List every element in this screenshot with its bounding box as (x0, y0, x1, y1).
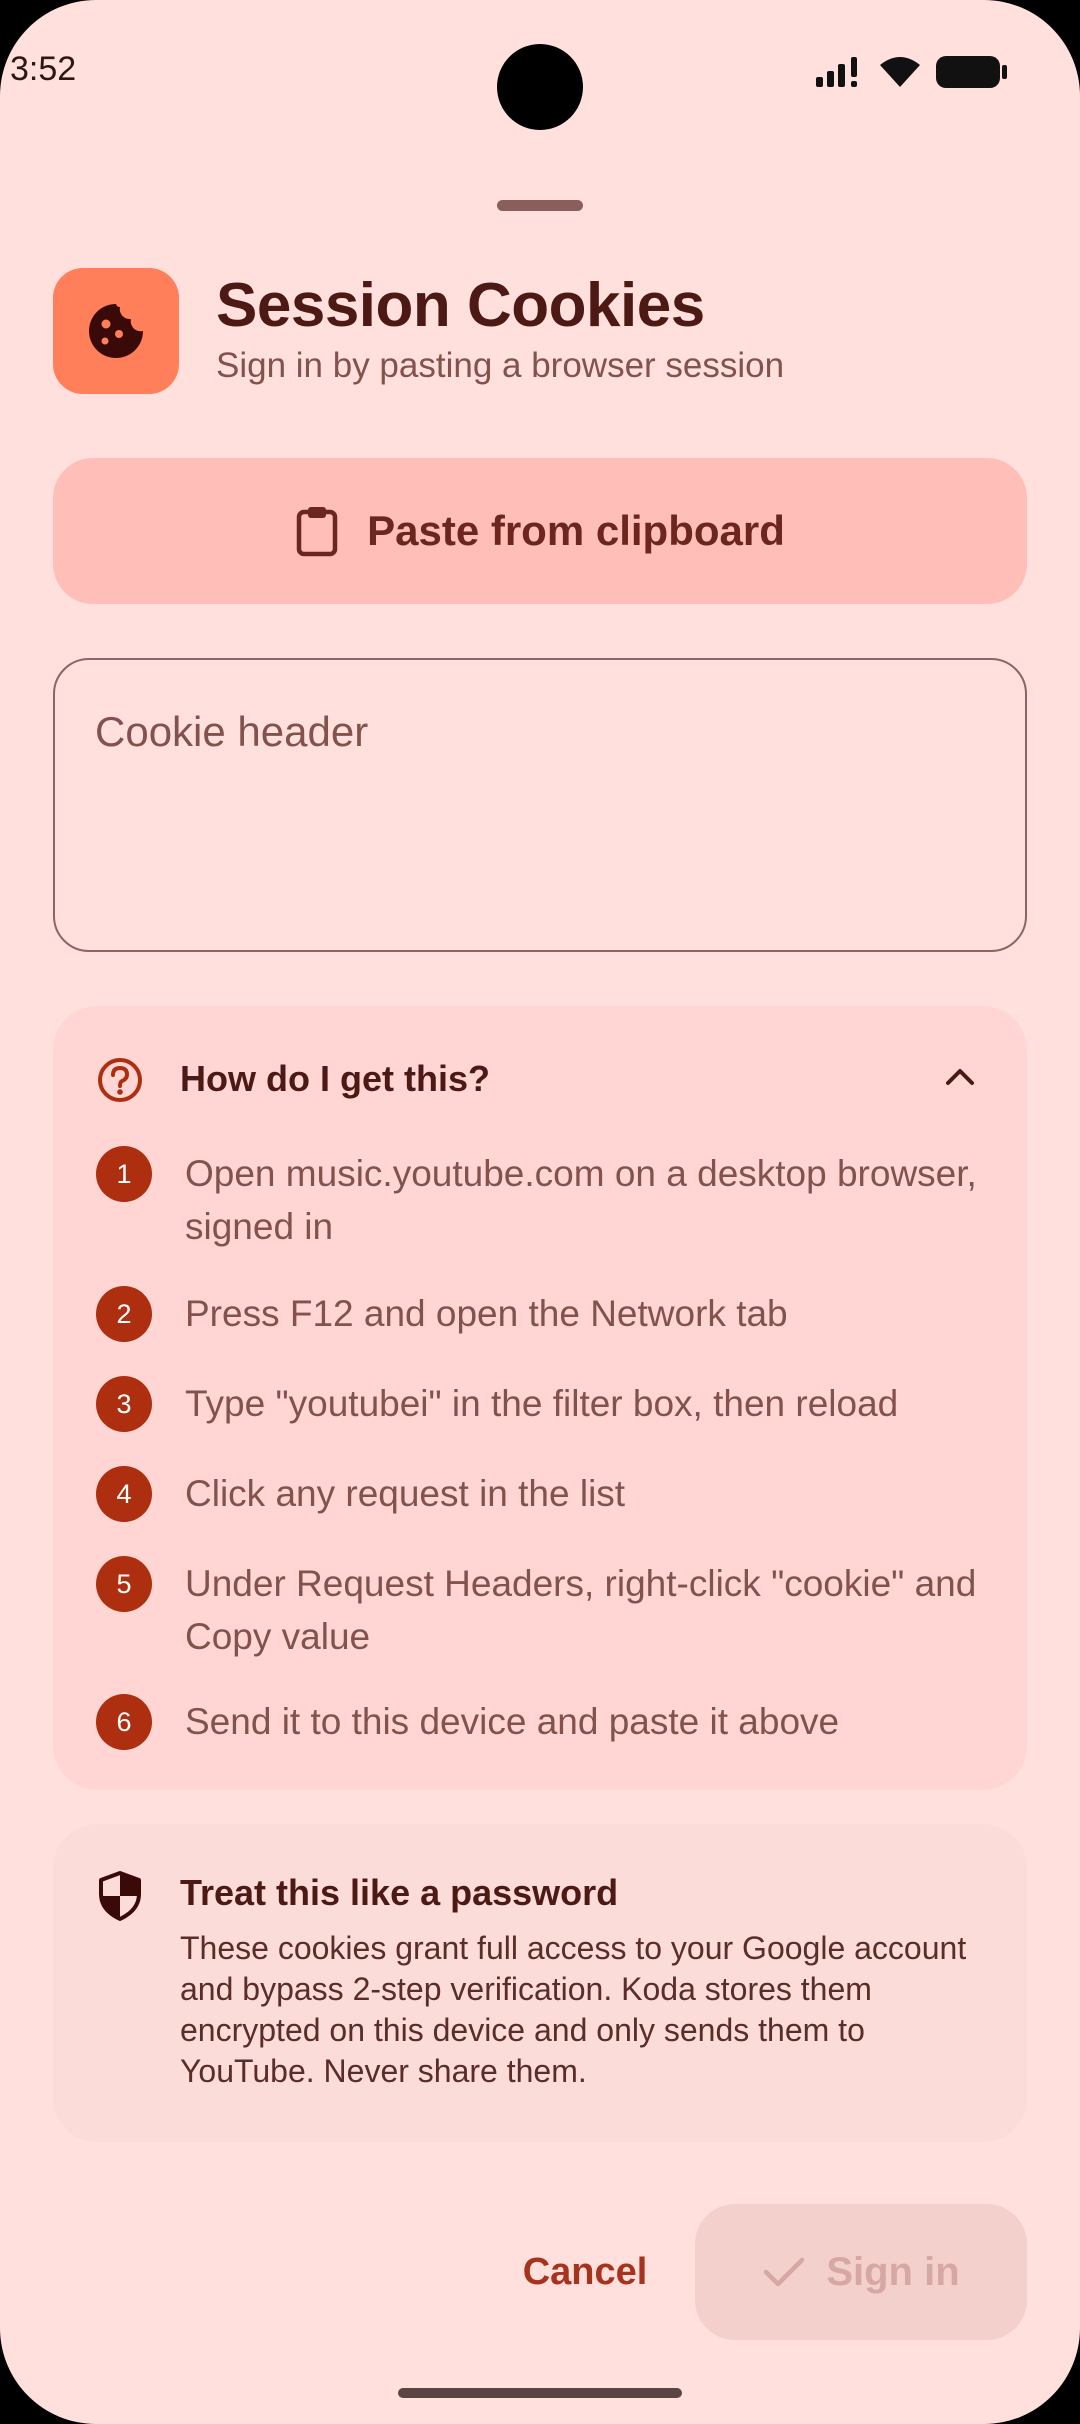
step-text: Send it to this device and paste it abov… (185, 1701, 840, 1742)
check-icon (764, 2257, 805, 2287)
sheet-subtitle: Sign in by pasting a browser session (216, 346, 785, 385)
cookie-icon (89, 304, 143, 358)
drag-handle[interactable] (497, 200, 583, 211)
step-text: Press F12 and open the Network tab (185, 1293, 788, 1334)
signal-icon (816, 57, 857, 87)
step-number: 2 (96, 1286, 152, 1342)
step-text: Open music.youtube.com on a desktop brow… (185, 1153, 977, 1247)
battery-icon (936, 56, 1007, 88)
help-card: How do I get this? 1 Open music.youtube.… (53, 1006, 1027, 1790)
cookie-header-input[interactable] (55, 660, 1025, 950)
warning-body: These cookies grant full access to your … (180, 1930, 967, 2089)
shield-icon (99, 1871, 141, 1921)
bottom-sheet-screen: 3:52 Session Cookies Sign in by pasting … (0, 0, 1080, 2424)
sign-in-label: Sign in (826, 2249, 960, 2294)
status-time: 3:52 (10, 50, 77, 88)
paste-from-clipboard-button[interactable]: Paste from clipboard (53, 458, 1027, 604)
sheet-title: Session Cookies (216, 271, 705, 340)
warning-title: Treat this like a password (180, 1872, 619, 1913)
password-warning-card: Treat this like a password These cookies… (53, 1824, 1027, 2142)
app-icon (53, 268, 179, 394)
step-number: 3 (96, 1376, 152, 1432)
step-number: 5 (96, 1556, 152, 1612)
cancel-button[interactable]: Cancel (500, 2212, 670, 2332)
status-icons (814, 52, 1008, 92)
help-circle-icon (98, 1058, 142, 1102)
help-expander[interactable]: How do I get this? (53, 1006, 1027, 1146)
step-text: Click any request in the list (185, 1473, 626, 1514)
step-number: 4 (96, 1466, 152, 1522)
home-indicator[interactable] (398, 2388, 682, 2398)
step-number: 6 (96, 1694, 152, 1750)
step-text: Under Request Headers, right-click "cook… (185, 1563, 977, 1657)
step-text: Type "youtubei" in the filter box, then … (185, 1383, 899, 1424)
help-title: How do I get this? (180, 1058, 490, 1099)
sign-in-button[interactable]: Sign in (695, 2204, 1027, 2340)
chevron-up-icon[interactable] (943, 1060, 977, 1094)
clipboard-icon (296, 507, 338, 557)
cookie-header-field[interactable] (53, 658, 1027, 952)
wifi-icon (880, 57, 920, 87)
step-number: 1 (96, 1146, 152, 1202)
camera-cutout (497, 44, 583, 130)
paste-button-label: Paste from clipboard (367, 507, 785, 554)
